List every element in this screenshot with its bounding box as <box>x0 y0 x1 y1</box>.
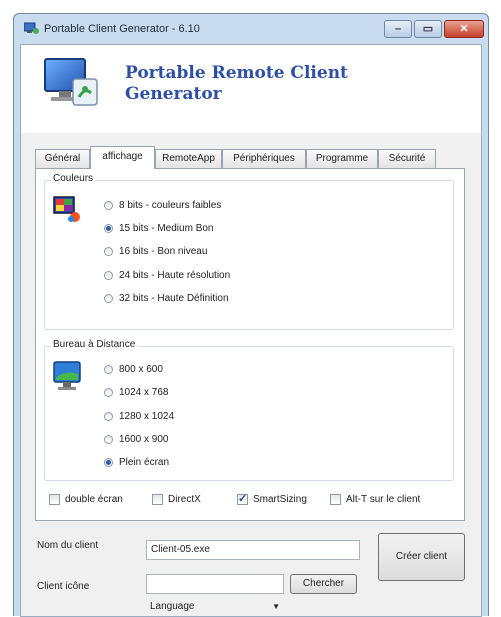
client-area: Portable Remote Client Generator Général… <box>20 44 482 617</box>
radio-8bits-label: 8 bits - couleurs faibles <box>119 200 222 211</box>
tab-programme[interactable]: Programme <box>306 149 378 168</box>
title-bar[interactable]: Portable Client Generator - 6.10 – ▭ ✕ <box>14 14 488 44</box>
radio-1024x768-label: 1024 x 768 <box>119 387 169 398</box>
radio-1024x768-indicator[interactable] <box>104 388 113 397</box>
client-icon-label: Client icône <box>37 581 90 592</box>
header-title-line1: Portable Remote Client <box>125 63 348 83</box>
radio-800x600-indicator[interactable] <box>104 365 113 374</box>
client-icon-field[interactable] <box>146 574 284 594</box>
checkbox-directx-label: DirectX <box>168 494 201 505</box>
checkbox-directx-box[interactable] <box>152 494 163 505</box>
close-icon: ✕ <box>459 23 469 35</box>
radio-1280x1024-indicator[interactable] <box>104 412 113 421</box>
radio-15bits-label: 15 bits - Medium Bon <box>119 223 214 234</box>
window-title: Portable Client Generator - 6.10 <box>44 23 200 35</box>
tab-general[interactable]: Général <box>35 149 90 168</box>
radio-800x600-label: 800 x 600 <box>119 364 163 375</box>
color-palette-icon <box>53 196 80 222</box>
tab-securite[interactable]: Sécurité <box>378 149 436 168</box>
minimize-button[interactable]: – <box>384 20 412 38</box>
checkbox-smartsizing-box[interactable] <box>237 491 248 507</box>
language-select-value: Language <box>150 601 195 612</box>
tab-panel-affichage: Couleurs 8 bits - couleurs faibles 15 bi… <box>35 168 465 521</box>
create-client-button[interactable]: Créer client <box>378 533 465 581</box>
close-button[interactable]: ✕ <box>444 20 484 38</box>
header-title-line2: Generator <box>125 84 222 104</box>
app-window: Portable Client Generator - 6.10 – ▭ ✕ P <box>13 13 489 617</box>
checkbox-alt-t-label: Alt-T sur le client <box>346 494 421 505</box>
radio-8bits-indicator[interactable] <box>104 201 113 210</box>
radio-24bits-label: 24 bits - Haute résolution <box>119 270 231 281</box>
checkbox-alt-t-box[interactable] <box>330 494 341 505</box>
radio-16bits-indicator[interactable] <box>104 247 113 256</box>
radio-32bits-label: 32 bits - Haute Définition <box>119 293 229 304</box>
chevron-down-icon[interactable]: ▼ <box>272 597 280 617</box>
radio-16bits-label: 16 bits - Bon niveau <box>119 246 208 257</box>
language-select[interactable]: Language ▼ <box>146 597 284 617</box>
checkbox-double-ecran-box[interactable] <box>49 494 60 505</box>
browse-button[interactable]: Chercher <box>290 574 357 594</box>
radio-15bits-indicator[interactable] <box>104 224 113 233</box>
checkbox-smartsizing-label: SmartSizing <box>253 494 307 505</box>
radio-1600x900-indicator[interactable] <box>104 435 113 444</box>
maximize-icon: ▭ <box>422 23 434 35</box>
monitor-icon <box>53 361 81 390</box>
minimize-icon: – <box>394 23 402 35</box>
tab-affichage[interactable]: affichage <box>90 146 155 169</box>
client-name-label: Nom du client <box>37 540 99 551</box>
remote-desktop-logo-icon <box>44 58 98 106</box>
radio-plein-ecran-label: Plein écran <box>119 457 170 468</box>
tab-remoteapp[interactable]: RemoteApp <box>155 149 222 168</box>
radio-1600x900-label: 1600 x 900 <box>119 434 169 445</box>
checkbox-double-ecran-label: double écran <box>65 494 123 505</box>
radio-32bits-indicator[interactable] <box>104 294 113 303</box>
radio-1280x1024-label: 1280 x 1024 <box>119 411 175 422</box>
header-title: Portable Remote Client Generator <box>125 63 425 105</box>
couleurs-group-title: Couleurs <box>51 173 96 184</box>
client-name-field[interactable]: Client-05.exe <box>146 540 360 560</box>
radio-plein-ecran-indicator[interactable] <box>104 458 113 467</box>
app-icon <box>24 22 39 34</box>
bureau-group: Bureau à Distance 800 x 600 1024 x 768 1… <box>44 339 454 481</box>
header-banner: Portable Remote Client Generator <box>21 45 481 133</box>
tab-peripheriques[interactable]: Périphériques <box>222 149 306 168</box>
couleurs-group: Couleurs 8 bits - couleurs faibles 15 bi… <box>44 173 454 330</box>
maximize-button[interactable]: ▭ <box>414 20 442 38</box>
bureau-group-title: Bureau à Distance <box>51 339 138 350</box>
radio-24bits-indicator[interactable] <box>104 271 113 280</box>
